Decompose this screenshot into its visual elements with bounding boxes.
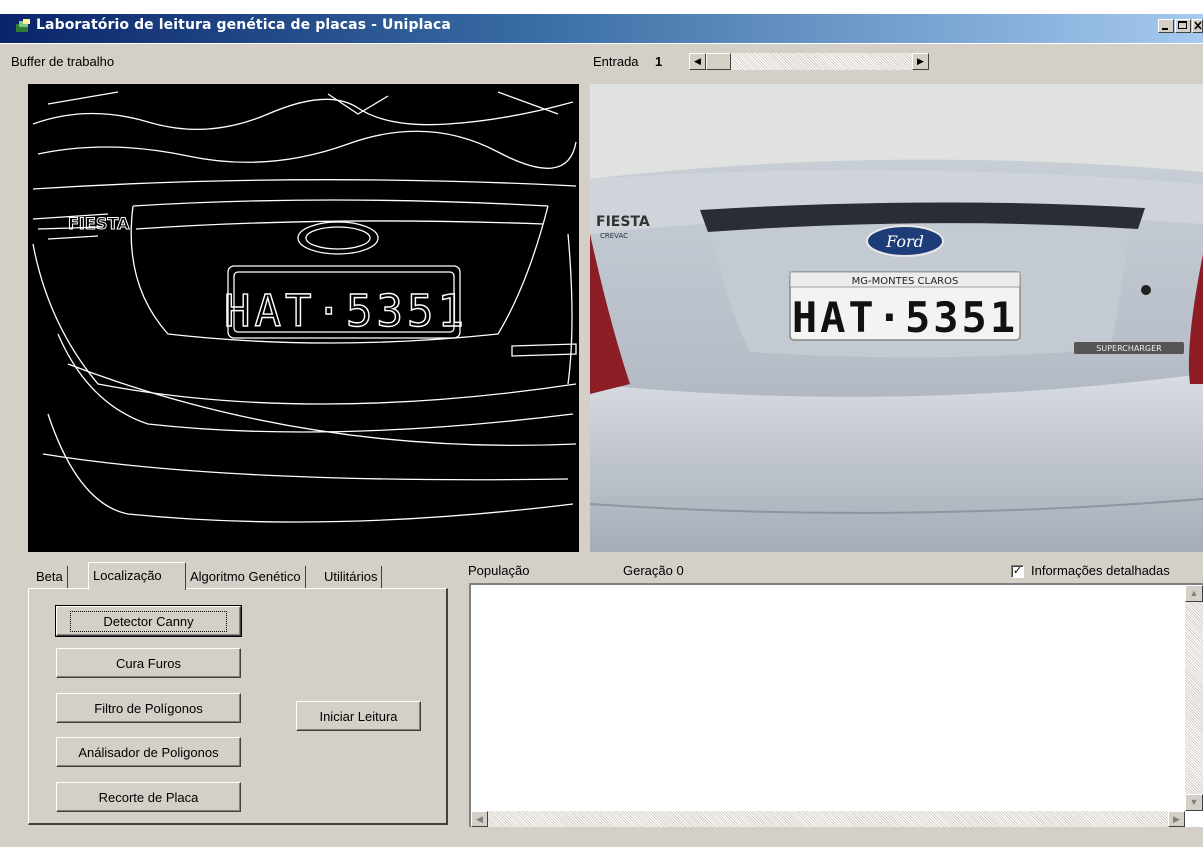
list-horizontal-scrollbar[interactable] bbox=[471, 811, 1185, 827]
hscroll-right-arrow-icon[interactable]: ▶ bbox=[1168, 811, 1185, 827]
edge-plate-text: HAT·5351 bbox=[224, 286, 468, 337]
input-value: 1 bbox=[655, 54, 663, 69]
photo-svg: Ford MG-MONTES CLAROS HAT·5351 FIESTA CR… bbox=[590, 84, 1203, 552]
population-list[interactable] bbox=[469, 583, 1203, 827]
tab-algoritmo-genetico[interactable]: Algoritmo Genético bbox=[186, 566, 306, 588]
badge-text: SUPERCHARGER bbox=[1096, 344, 1162, 353]
buffer-image: HAT·5351 FIESTA bbox=[28, 84, 579, 552]
scroll-up-arrow-icon[interactable]: ▲ bbox=[1185, 585, 1203, 602]
generation-label: Geração 0 bbox=[623, 563, 684, 578]
app-icon bbox=[14, 18, 32, 34]
input-scroll-thumb[interactable] bbox=[706, 53, 731, 70]
details-checkbox-label: Informações detalhadas bbox=[1031, 563, 1170, 578]
brand-text: Ford bbox=[885, 232, 924, 251]
model-text: FIESTA bbox=[596, 214, 650, 230]
scroll-right-arrow-icon[interactable]: ▶ bbox=[912, 53, 929, 70]
scroll-left-arrow-icon[interactable]: ◀ bbox=[689, 53, 706, 70]
title-top-strip bbox=[0, 0, 1203, 14]
tab-beta[interactable]: Beta bbox=[32, 566, 68, 588]
close-button[interactable] bbox=[1192, 19, 1203, 33]
analisador-poligonos-button[interactable]: Análisador de Poligonos bbox=[56, 737, 241, 767]
filtro-poligonos-button[interactable]: Filtro de Polígonos bbox=[56, 693, 241, 723]
tab-localizacao[interactable]: Localização bbox=[88, 562, 186, 590]
list-vertical-scrollbar[interactable] bbox=[1185, 585, 1203, 811]
tab-utilitarios[interactable]: Utilitários bbox=[320, 566, 383, 588]
buffer-label: Buffer de trabalho bbox=[11, 54, 115, 69]
population-label: População bbox=[468, 563, 530, 578]
maximize-button[interactable] bbox=[1175, 19, 1191, 33]
scroll-down-arrow-icon[interactable]: ▼ bbox=[1185, 794, 1203, 811]
plate-city-text: MG-MONTES CLAROS bbox=[852, 276, 959, 287]
edge-image-svg: HAT·5351 FIESTA bbox=[32, 91, 577, 523]
input-photo: Ford MG-MONTES CLAROS HAT·5351 FIESTA CR… bbox=[590, 84, 1203, 552]
window-title: Laboratório de leitura genética de placa… bbox=[36, 17, 451, 33]
detector-canny-button[interactable]: Detector Canny bbox=[55, 605, 242, 637]
edge-model-text: FIESTA bbox=[68, 214, 130, 233]
plate-number-text: HAT·5351 bbox=[792, 293, 1018, 342]
cura-furos-button[interactable]: Cura Furos bbox=[56, 648, 241, 678]
model-sub-text: CREVAC bbox=[600, 232, 628, 240]
minimize-button[interactable] bbox=[1158, 19, 1174, 33]
iniciar-leitura-button[interactable]: Iniciar Leitura bbox=[296, 701, 421, 731]
hscroll-left-arrow-icon[interactable]: ◀ bbox=[471, 811, 488, 827]
details-checkbox[interactable]: ✓ bbox=[1011, 565, 1024, 578]
input-label: Entrada bbox=[593, 54, 639, 69]
recorte-placa-button[interactable]: Recorte de Placa bbox=[56, 782, 241, 812]
